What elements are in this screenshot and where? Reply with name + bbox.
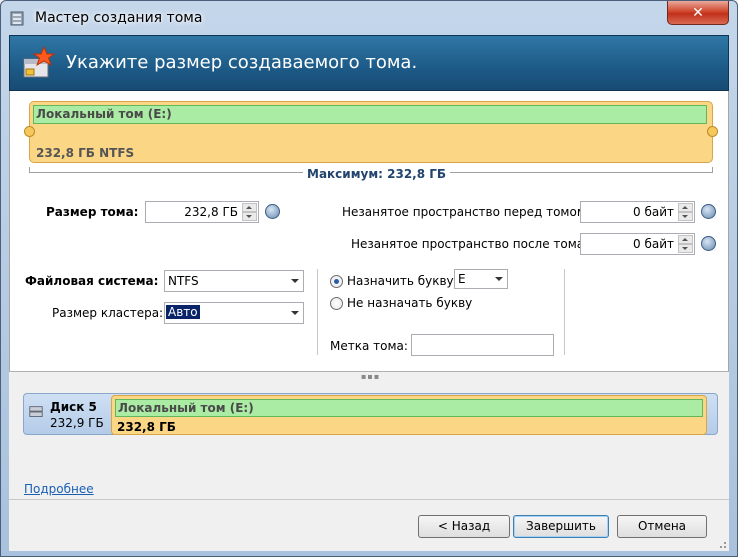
volume-bar-size: 232,8 ГБ NTFS [36,146,135,160]
title-bar[interactable]: Мастер создания тома ✕ [1,1,737,35]
cluster-size-value: Авто [166,305,200,319]
disk-row: Диск 5 232,9 ГБ Локальный том (E:) 232,8… [23,393,718,435]
wizard-header: Укажите размер создаваемого тома. [9,35,729,91]
left-resize-handle[interactable] [24,126,35,137]
volume-size-bar[interactable]: Локальный том (E:) 232,8 ГБ NTFS [29,101,713,163]
create-volume-icon [23,45,56,78]
maximum-label: Максимум: 232,8 ГБ [303,167,451,181]
disk-icon [29,406,43,417]
volume-size-max-icon[interactable] [265,204,280,219]
arrow-down-icon [246,215,252,218]
resize-grip-icon[interactable] [715,537,727,549]
disk-info[interactable]: Диск 5 232,9 ГБ [28,398,108,430]
partition-name: Локальный том (E:) [115,399,703,417]
assign-letter-label[interactable]: Назначить букву: [347,274,458,288]
back-button[interactable]: < Назад [418,515,510,538]
volume-size-label: Размер тома: [46,205,139,219]
drive-letter-select[interactable]: E [454,269,508,289]
chevron-down-icon [291,311,299,315]
volume-size-spinner[interactable]: 232,8 ГБ [145,201,259,223]
window-title: Мастер создания тома [35,10,203,26]
close-button[interactable]: ✕ [667,1,729,25]
space-before-max-icon[interactable] [701,204,716,219]
filesystem-label: Файловая система: [25,274,159,288]
space-before-spinner[interactable]: 0 байт [580,201,695,223]
volume-settings-panel: Локальный том (E:) 232,8 ГБ NTFS Максиму… [9,91,729,371]
no-letter-radio[interactable] [330,297,343,310]
disk-size: 232,9 ГБ [50,416,104,430]
filesystem-select[interactable]: NTFS [164,270,304,292]
drive-letter-value: E [458,272,466,286]
filesystem-value: NTFS [168,274,199,288]
volume-label-input[interactable] [411,334,554,356]
header-title: Укажите размер создаваемого тома. [66,52,418,73]
close-icon: ✕ [692,4,704,21]
chevron-down-icon [291,279,299,283]
arrow-up-icon [682,238,688,241]
space-after-down-button[interactable] [678,244,693,253]
space-after-spinner[interactable]: 0 байт [580,233,695,255]
volume-bar-name: Локальный том (E:) [33,105,707,124]
arrow-down-icon [682,215,688,218]
arrow-up-icon [246,206,252,209]
space-after-max-icon[interactable] [701,236,716,251]
volume-size-value: 232,8 ГБ [184,205,238,219]
panel-splitter[interactable]: ▪▪▪ [9,371,729,381]
partition-block[interactable]: Локальный том (E:) 232,8 ГБ [111,395,707,435]
space-after-up-button[interactable] [678,235,693,244]
arrow-down-icon [682,247,688,250]
volume-size-up-button[interactable] [242,203,257,212]
space-before-up-button[interactable] [678,203,693,212]
details-link[interactable]: Подробнее [24,482,94,496]
finish-button[interactable]: Завершить [513,515,609,538]
volume-label-label: Метка тома: [330,339,408,353]
disk-map-panel: Диск 5 232,9 ГБ Локальный том (E:) 232,8… [9,379,729,499]
disk-name: Диск 5 [50,400,97,414]
assign-letter-radio[interactable] [330,275,343,288]
cancel-button[interactable]: Отмена [617,515,707,538]
wizard-footer: < Назад Завершить Отмена [9,499,729,551]
arrow-up-icon [682,206,688,209]
column-separator-left [317,269,318,355]
wizard-window: Мастер создания тома ✕ Укажите размер со… [0,0,738,557]
right-resize-handle[interactable] [707,126,718,137]
chevron-down-icon [495,277,503,281]
space-before-down-button[interactable] [678,212,693,221]
no-letter-label[interactable]: Не назначать букву [347,296,472,310]
column-separator-right [564,269,565,355]
volume-size-down-button[interactable] [242,212,257,221]
space-after-label: Незанятое пространство после тома: [351,237,589,251]
wizard-app-icon [10,11,24,26]
partition-size: 232,8 ГБ [117,420,176,434]
cluster-size-select[interactable]: Авто [164,302,304,324]
space-before-label: Незанятое пространство перед томом: [342,205,590,219]
cluster-size-label: Размер кластера: [52,306,164,320]
space-after-value: 0 байт [633,237,674,251]
space-before-value: 0 байт [633,205,674,219]
